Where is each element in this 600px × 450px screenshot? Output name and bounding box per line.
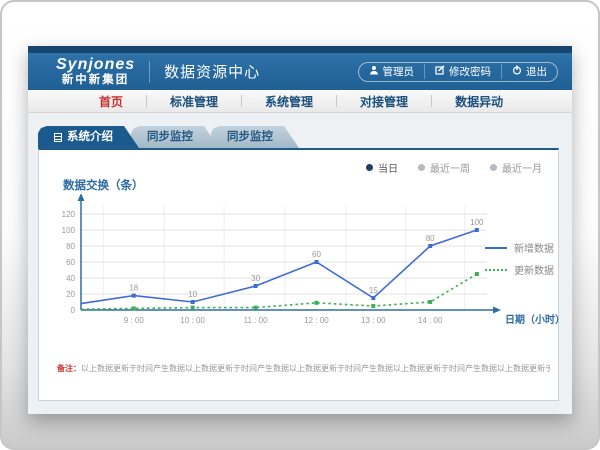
svg-text:100: 100: [62, 226, 76, 235]
svg-text:120: 120: [62, 210, 76, 219]
tab-sync-monitor-2[interactable]: 同步监控: [211, 126, 299, 148]
svg-text:10: 10: [188, 290, 197, 299]
svg-text:15: 15: [369, 286, 378, 295]
radio-dot-icon: [418, 164, 425, 171]
svg-text:18: 18: [129, 284, 138, 293]
app-header: Synjones 新中新集团 数据资源中心 管理员 修改密码: [28, 53, 572, 90]
tab-sync-monitor-1[interactable]: 同步监控: [131, 126, 219, 148]
svg-text:30: 30: [251, 274, 260, 283]
dashed-line-swatch-icon: [485, 269, 507, 271]
user-name: 管理员: [383, 64, 415, 79]
svg-text:9 : 00: 9 : 00: [124, 316, 145, 325]
solid-line-swatch-icon: [485, 247, 507, 249]
svg-text:60: 60: [66, 258, 75, 267]
line-chart: 0 20 40 60 80 100 120 9 : 00 10 : 00 11 : 00 12 : …: [47, 194, 559, 344]
footnote-label: 备注：: [57, 364, 81, 373]
user-icon: [369, 65, 379, 78]
svg-text:80: 80: [426, 234, 435, 243]
chart-panel: 当日 最近一周 最近一月 数据交换（条） 0 20 40 60 80 100 120 9 : …: [38, 148, 559, 401]
legend-item-new-data[interactable]: 新增数据: [485, 240, 554, 255]
logout-button[interactable]: 退出: [501, 64, 557, 79]
document-icon: [54, 133, 62, 142]
logo-text-cn: 新中新集团: [56, 74, 135, 86]
change-password-label: 修改密码: [449, 64, 491, 79]
legend-item-update-data[interactable]: 更新数据: [485, 262, 554, 277]
nav-item-data-change[interactable]: 数据异动: [432, 93, 526, 110]
legend-label: 更新数据: [514, 262, 554, 277]
svg-text:11 : 00: 11 : 00: [244, 316, 268, 325]
svg-text:100: 100: [470, 218, 484, 227]
svg-text:14 : 00: 14 : 00: [418, 316, 443, 325]
content-area: 系统介绍 同步监控 同步监控 当日 最近一周: [28, 113, 572, 414]
footnote-text: 以上数据更新于时间产生数据以上数据更新于时间产生数据以上数据更新于时间产生数据以…: [81, 364, 550, 373]
logout-label: 退出: [526, 64, 547, 79]
change-password-button[interactable]: 修改密码: [424, 64, 501, 79]
logo-text-en: Synjones: [56, 57, 135, 74]
header-divider: [149, 61, 150, 83]
user-account-button[interactable]: 管理员: [359, 64, 425, 79]
tab-label: 系统介绍: [67, 126, 113, 148]
nav-item-system-mgmt[interactable]: 系统管理: [242, 93, 336, 110]
company-logo: Synjones 新中新集团: [56, 57, 135, 86]
svg-text:12 : 00: 12 : 00: [304, 316, 329, 325]
edit-icon: [435, 65, 445, 78]
svg-text:10 : 00: 10 : 00: [180, 316, 205, 325]
range-option-today[interactable]: 当日: [366, 160, 398, 175]
tab-bar: 系统介绍 同步监控 同步监控: [38, 126, 299, 148]
range-label: 当日: [378, 160, 398, 175]
range-option-last-week[interactable]: 最近一周: [418, 160, 470, 175]
series-legend: 新增数据 更新数据: [485, 240, 554, 284]
time-range-selector: 当日 最近一周 最近一月: [366, 160, 542, 175]
svg-text:日期（小时）: 日期（小时）: [505, 313, 559, 326]
svg-text:60: 60: [312, 250, 321, 259]
svg-text:40: 40: [66, 274, 75, 283]
svg-text:13 : 00: 13 : 00: [361, 316, 386, 325]
tab-system-intro[interactable]: 系统介绍: [38, 126, 139, 148]
chart-container: 0 20 40 60 80 100 120 9 : 00 10 : 00 11 : 00 12 : …: [47, 194, 559, 349]
nav-item-interface-mgmt[interactable]: 对接管理: [337, 93, 431, 110]
svg-text:20: 20: [66, 290, 75, 299]
footnote: 备注：以上数据更新于时间产生数据以上数据更新于时间产生数据以上数据更新于时间产生…: [57, 363, 550, 374]
radio-dot-icon: [366, 164, 373, 171]
range-option-last-month[interactable]: 最近一月: [490, 160, 542, 175]
power-icon: [512, 65, 522, 78]
radio-dot-icon: [490, 164, 497, 171]
page-title: 数据资源中心: [164, 61, 260, 82]
tab-label: 同步监控: [227, 126, 273, 148]
user-toolbar: 管理员 修改密码 退出: [358, 62, 559, 82]
range-label: 最近一月: [502, 160, 542, 175]
main-nav: 首页 标准管理 系统管理 对接管理 数据异动: [28, 90, 572, 113]
y-axis-title: 数据交换（条）: [63, 177, 144, 193]
svg-text:0: 0: [71, 306, 76, 315]
nav-item-standard-mgmt[interactable]: 标准管理: [147, 93, 241, 110]
window-top-strip: [28, 46, 572, 53]
range-label: 最近一周: [430, 160, 470, 175]
legend-label: 新增数据: [514, 240, 554, 255]
screenshot-frame: Synjones 新中新集团 数据资源中心 管理员 修改密码: [0, 0, 600, 450]
nav-item-home[interactable]: 首页: [76, 93, 146, 110]
svg-text:80: 80: [66, 242, 75, 251]
tab-label: 同步监控: [147, 126, 193, 148]
app-window: Synjones 新中新集团 数据资源中心 管理员 修改密码: [28, 46, 572, 414]
